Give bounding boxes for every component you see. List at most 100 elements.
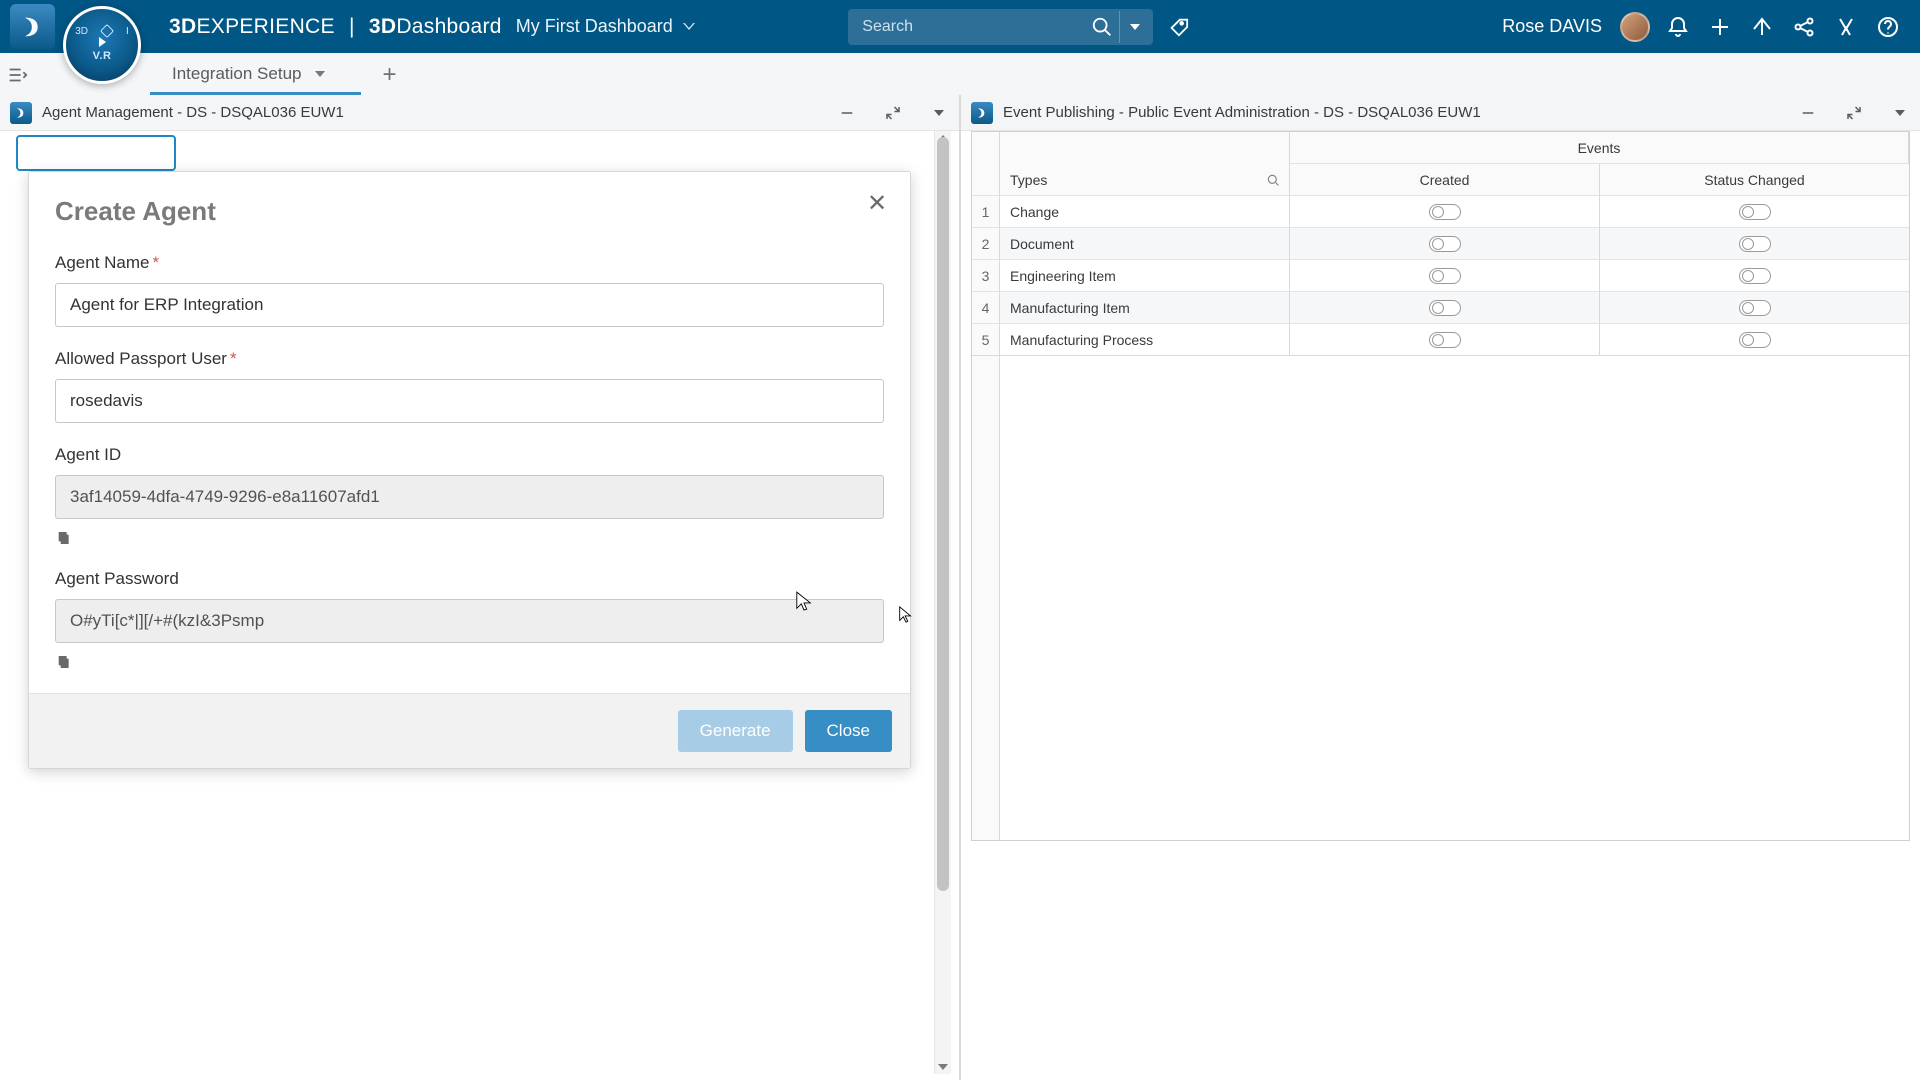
add-icon[interactable]: [1706, 13, 1734, 41]
row-number: 5: [972, 324, 1000, 356]
cell-created-toggle[interactable]: [1290, 292, 1600, 324]
cell-status-toggle[interactable]: [1600, 260, 1909, 292]
toggle-off-icon[interactable]: [1429, 332, 1461, 348]
dialog-title: Create Agent: [55, 196, 884, 227]
panel-menu-button[interactable]: [929, 103, 949, 123]
cell-status-toggle[interactable]: [1600, 228, 1909, 260]
search-scope-dropdown[interactable]: [1119, 11, 1149, 43]
user-name-label: Rose DAVIS: [1502, 16, 1602, 37]
row-number: 1: [972, 196, 1000, 228]
compass-quadrant-3d: 3D: [75, 26, 88, 37]
share-icon[interactable]: [1748, 13, 1776, 41]
panel-minimize-button[interactable]: [1798, 103, 1818, 123]
ifwe-icon[interactable]: [1832, 13, 1860, 41]
panel-agent-management: Agent Management - DS - DSQAL036 EUW1 ✕ …: [0, 95, 961, 1080]
chevron-down-icon[interactable]: [315, 71, 325, 77]
toggle-off-icon[interactable]: [1429, 236, 1461, 252]
table-row[interactable]: 4Manufacturing Item: [972, 292, 1909, 324]
vertical-scrollbar[interactable]: [934, 131, 951, 1074]
panel-title: Agent Management - DS - DSQAL036 EUW1: [42, 104, 827, 121]
grid-corner: [972, 132, 1000, 164]
avatar[interactable]: [1620, 12, 1650, 42]
compass-quadrant-i: I: [126, 26, 129, 37]
table-row[interactable]: 2Document: [972, 228, 1909, 260]
cell-type: Engineering Item: [1000, 260, 1290, 292]
agent-password-input[interactable]: [55, 599, 884, 643]
compass-quadrant-vr: V.R: [93, 50, 112, 62]
table-row[interactable]: 3Engineering Item: [972, 260, 1909, 292]
cell-created-toggle[interactable]: [1290, 196, 1600, 228]
workarea: Agent Management - DS - DSQAL036 EUW1 ✕ …: [0, 95, 1920, 1080]
sidebar-expand-button[interactable]: [0, 58, 34, 92]
dashboard-name-label: My First Dashboard: [516, 16, 673, 37]
panel-maximize-button[interactable]: [883, 103, 903, 123]
toggle-off-icon[interactable]: [1739, 300, 1771, 316]
passport-user-input[interactable]: [55, 379, 884, 423]
row-number: 3: [972, 260, 1000, 292]
create-agent-dialog: ✕ Create Agent Agent Name* Allowed Passp…: [28, 171, 911, 769]
cell-status-toggle[interactable]: [1600, 324, 1909, 356]
cell-created-toggle[interactable]: [1290, 260, 1600, 292]
panel-title: Event Publishing - Public Event Administ…: [1003, 104, 1788, 121]
dashboard-tabstrip: Integration Setup +: [150, 53, 1920, 95]
events-grid: Events Types Created Status Changed 1Cha…: [971, 131, 1910, 841]
cell-status-toggle[interactable]: [1600, 292, 1909, 324]
generate-button[interactable]: Generate: [678, 710, 793, 752]
agent-password-copy-icon[interactable]: [55, 653, 73, 671]
cell-created-toggle[interactable]: [1290, 324, 1600, 356]
share-nodes-icon[interactable]: [1790, 13, 1818, 41]
toggle-off-icon[interactable]: [1429, 204, 1461, 220]
scrollbar-thumb[interactable]: [937, 137, 949, 891]
dialog-close-button[interactable]: ✕: [864, 190, 890, 216]
row-number-gutter: [972, 356, 1000, 840]
panel-header: Agent Management - DS - DSQAL036 EUW1: [0, 95, 959, 131]
tab-integration-setup[interactable]: Integration Setup: [150, 55, 361, 95]
column-group-events: Events: [1290, 132, 1909, 164]
toggle-off-icon[interactable]: [1429, 300, 1461, 316]
help-icon[interactable]: [1874, 13, 1902, 41]
column-status-changed[interactable]: Status Changed: [1600, 164, 1909, 196]
add-tab-button[interactable]: +: [367, 55, 411, 95]
agent-id-label: Agent ID: [55, 445, 884, 465]
search-input[interactable]: [862, 18, 1085, 36]
agent-id-input[interactable]: [55, 475, 884, 519]
toggle-off-icon[interactable]: [1739, 204, 1771, 220]
global-search[interactable]: [848, 9, 1153, 45]
toggle-off-icon[interactable]: [1739, 236, 1771, 252]
scroll-down-icon[interactable]: [935, 1060, 951, 1074]
tag-icon[interactable]: [1161, 11, 1195, 43]
passport-user-label: Allowed Passport User*: [55, 349, 884, 369]
toggle-off-icon[interactable]: [1739, 332, 1771, 348]
panel-app-icon: [971, 102, 993, 124]
compass-button[interactable]: 3D I V.R: [63, 6, 141, 84]
table-row[interactable]: 1Change: [972, 196, 1909, 228]
agent-id-copy-icon[interactable]: [55, 529, 73, 547]
filter-icon[interactable]: [1265, 172, 1281, 188]
toggle-off-icon[interactable]: [1429, 268, 1461, 284]
panel-maximize-button[interactable]: [1844, 103, 1864, 123]
close-button[interactable]: Close: [805, 710, 892, 752]
agent-name-input[interactable]: [55, 283, 884, 327]
agent-password-label: Agent Password: [55, 569, 884, 589]
cell-type: Manufacturing Process: [1000, 324, 1290, 356]
notifications-icon[interactable]: [1664, 13, 1692, 41]
chevron-down-icon: [683, 23, 695, 30]
ds-logo-icon[interactable]: [10, 4, 55, 49]
table-row[interactable]: 5Manufacturing Process: [972, 324, 1909, 356]
panel-app-icon: [10, 102, 32, 124]
dashboard-name-dropdown[interactable]: My First Dashboard: [516, 16, 695, 37]
row-number: 4: [972, 292, 1000, 324]
search-icon[interactable]: [1085, 11, 1119, 43]
cell-created-toggle[interactable]: [1290, 228, 1600, 260]
agent-name-label: Agent Name*: [55, 253, 884, 273]
toggle-off-icon[interactable]: [1739, 268, 1771, 284]
cell-status-toggle[interactable]: [1600, 196, 1909, 228]
panel-menu-button[interactable]: [1890, 103, 1910, 123]
panel-minimize-button[interactable]: [837, 103, 857, 123]
column-types[interactable]: Types: [1000, 164, 1290, 196]
column-types-placeholder: [1000, 132, 1290, 164]
grid-empty-area: [1000, 356, 1909, 840]
row-number: 2: [972, 228, 1000, 260]
tab-label: Integration Setup: [172, 64, 301, 84]
column-created[interactable]: Created: [1290, 164, 1600, 196]
